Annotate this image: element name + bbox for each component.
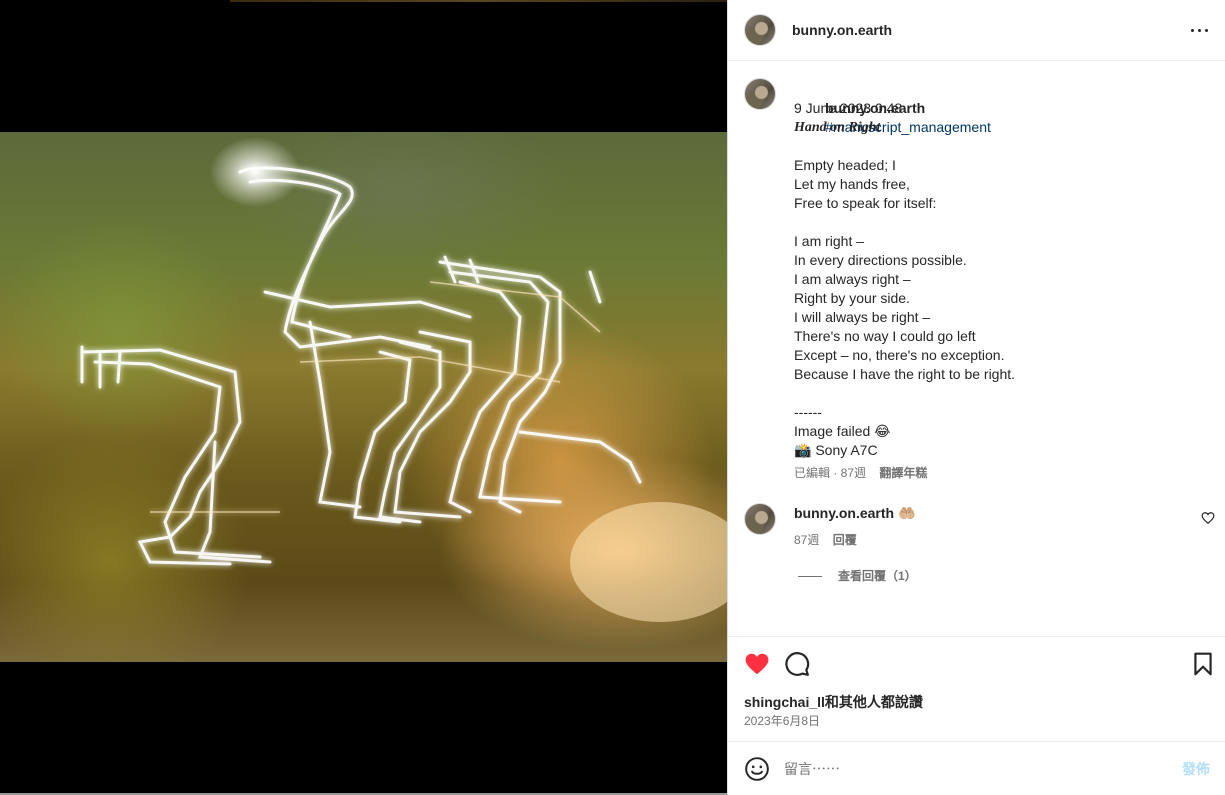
likes-rest[interactable]: 和其他人都說讚 [825,694,923,710]
post-date: 2023年6月8日 [744,714,821,728]
heart-icon[interactable] [744,651,770,677]
post-header: bunny.on.earth [728,0,1225,61]
emoji-icon[interactable] [744,756,770,782]
view-replies-dash [798,576,822,578]
post-comment-button[interactable]: 發佈 [1182,759,1210,779]
comment-text: 🤲🏼 [897,505,916,521]
caption-line: Except – no, there's no exception. [794,347,1005,363]
author-username[interactable]: bunny.on.earth [792,22,892,38]
bookmark-icon[interactable] [1190,651,1216,677]
comment-bar: 發佈 [728,741,1225,795]
light-painting-figures [80,137,727,622]
caption-line: There's no way I could go left [794,328,976,344]
caption-line: 📸 Sony A7C [794,442,878,458]
comment-icon[interactable] [784,651,810,677]
caption-line: Right by your side. [794,290,910,306]
heart-outline-icon[interactable] [1201,511,1215,525]
comment-username[interactable]: bunny.on.earth [794,505,894,521]
translate-link[interactable]: 翻譯年糕 [879,466,927,480]
caption-line: ------ [794,404,822,420]
caption: bunny.on.earth #manuscript_management 9 … [794,80,1204,460]
first-liker[interactable]: shingchai_ll [744,694,825,710]
media-top-strip [230,0,727,2]
commenter-avatar[interactable] [744,503,776,535]
comment-body: bunny.on.earth 🤲🏼 [794,505,915,522]
caption-line: Empty headed; I [794,157,896,173]
comment-meta: 87週 回覆 [794,531,867,548]
author-avatar[interactable] [744,14,776,46]
post-detail-panel: bunny.on.earth bunny.on.earth #manuscrip… [727,0,1225,795]
caption-timestamp: 9 June 2023 0:48 [794,100,903,116]
more-icon[interactable] [1190,22,1210,38]
view-replies-button[interactable]: 查看回覆（1） [798,567,917,584]
comment-input[interactable] [782,756,1166,782]
reply-button[interactable]: 回覆 [833,533,857,547]
edited-age: 已編輯 · 87週 [794,466,867,480]
caption-line: In every directions possible. [794,252,967,268]
caption-avatar[interactable] [744,78,776,110]
caption-line: I am always right – [794,271,911,287]
poem-title: Hand on Right [794,120,881,135]
caption-meta: 已編輯 · 87週 翻譯年糕 [794,464,937,481]
post-photo[interactable] [0,132,727,662]
caption-line [794,137,1204,156]
likes-summary: shingchai_ll和其他人都說讚 [744,692,923,712]
comments-scroll-area[interactable]: bunny.on.earth #manuscript_management 9 … [728,61,1225,636]
action-bar: shingchai_ll和其他人都說讚 2023年6月8日 [728,636,1225,741]
caption-line: Let my hands free, [794,176,910,192]
caption-line: Because I have the right to be right. [794,366,1016,382]
view-replies-label: 查看回覆（1） [838,569,917,583]
comment-age: 87週 [794,533,820,547]
caption-line: Image failed 😂 [794,423,891,439]
caption-line [794,384,1204,403]
caption-line [794,213,1204,232]
post-media [0,0,727,795]
caption-line: Free to speak for itself: [794,195,937,211]
caption-line: I am right – [794,233,865,249]
caption-line: I will always be right – [794,309,931,325]
